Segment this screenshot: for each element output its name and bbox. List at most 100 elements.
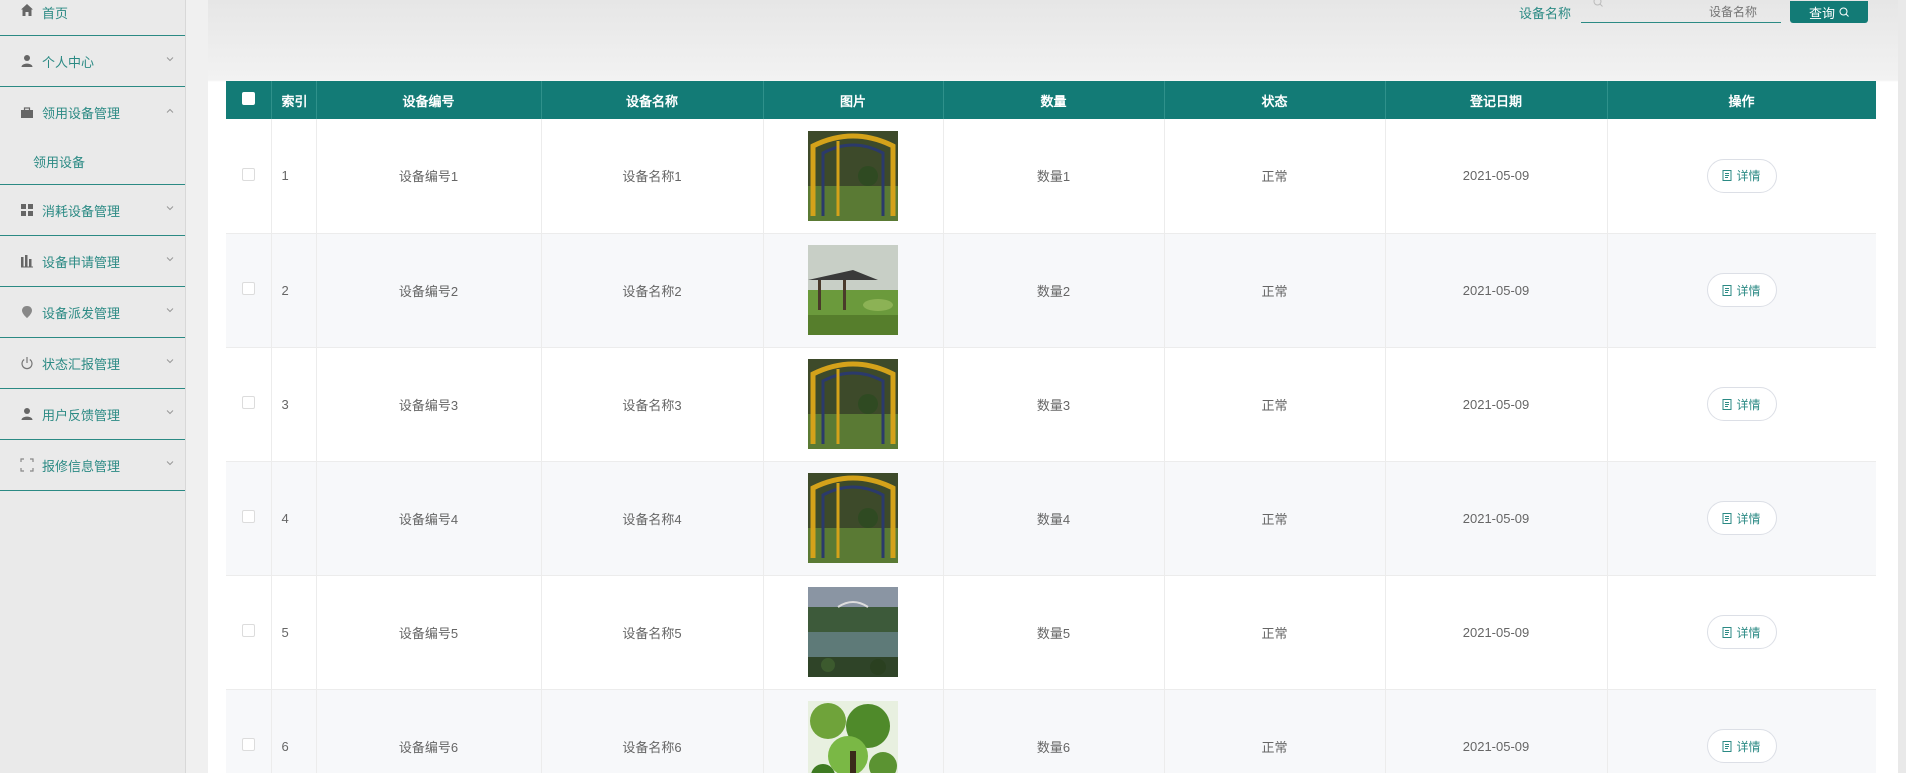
detail-button[interactable]: 详情 [1706,615,1777,649]
chevron-up-icon [166,108,174,113]
chevron-down-icon [166,57,174,62]
grid-icon [20,203,34,217]
row-code: 设备编号4 [316,461,542,576]
select-all-checkbox[interactable] [241,92,255,105]
sidebar: 首页 个人中心 领用设备管理 领用设备 消耗设备管理 设备申请管理 设备派发管理… [0,0,186,773]
row-status: 正常 [1164,119,1386,234]
sidebar-subitem-label: 领用设备 [33,154,86,170]
sidebar-subitem-borrow-devices[interactable]: 领用设备 [0,138,185,185]
chevron-down-icon [166,410,174,415]
row-checkbox[interactable] [241,282,255,295]
row-quantity: 数量5 [943,575,1165,690]
search-button-label: 查询 [1808,5,1835,21]
row-name: 设备名称2 [541,233,764,348]
sidebar-item-consumable-equipment[interactable]: 消耗设备管理 [0,185,185,236]
row-status: 正常 [1164,233,1386,348]
row-code: 设备编号1 [316,119,542,234]
sidebar-item-personal-center[interactable]: 个人中心 [0,36,185,87]
row-actions: 详情 [1607,461,1876,576]
sidebar-item-repair-info[interactable]: 报修信息管理 [0,440,185,491]
row-checkbox[interactable] [241,167,255,181]
row-image-cell [763,689,944,773]
document-icon [1722,398,1732,410]
sidebar-item-borrow-equipment[interactable]: 领用设备管理 [0,87,185,138]
row-code: 设备编号3 [316,347,542,462]
row-checkbox[interactable] [241,396,255,409]
row-image-cell [763,233,944,348]
search-icon [1839,7,1849,17]
sidebar-item-equipment-application[interactable]: 设备申请管理 [0,236,185,287]
row-actions: 详情 [1607,689,1876,773]
power-icon [20,356,34,370]
row-actions: 详情 [1607,575,1876,690]
sidebar-item-label: 领用设备管理 [42,106,121,121]
header-name: 设备名称 [541,81,764,119]
table-row: 3 设备编号3 设备名称3 数量3 正常 2021-05-09 详情 [226,347,1876,462]
page-scrollbar[interactable] [1898,0,1906,773]
detail-button[interactable]: 详情 [1706,501,1777,535]
detail-button-label: 详情 [1736,169,1761,184]
document-icon [1722,284,1732,296]
row-image-cell [763,119,944,234]
row-select-cell [226,461,272,576]
search-input[interactable] [1581,1,1781,23]
row-status: 正常 [1164,689,1386,773]
detail-button[interactable]: 详情 [1706,273,1777,307]
sidebar-item-home[interactable]: 首页 [0,0,185,36]
row-quantity: 数量3 [943,347,1165,462]
row-select-cell [226,347,272,462]
app: 首页 个人中心 领用设备管理 领用设备 消耗设备管理 设备申请管理 设备派发管理… [0,0,1906,773]
user-icon [20,407,34,421]
row-checkbox[interactable] [241,624,255,637]
header-quantity: 数量 [943,81,1165,119]
table-row: 2 设备编号2 设备名称2 数量2 正常 2021-05-09 详情 [226,233,1876,348]
data-table: 索引 设备编号 设备名称 图片 数量 状态 登记日期 操作 1 设备编号1 设备… [226,81,1876,773]
document-icon [1722,170,1732,182]
data-table-container: 索引 设备编号 设备名称 图片 数量 状态 登记日期 操作 1 设备编号1 设备… [226,81,1876,773]
detail-button-label: 详情 [1736,739,1761,754]
row-quantity: 数量1 [943,119,1165,234]
detail-button[interactable]: 详情 [1706,729,1777,763]
sidebar-item-label: 消耗设备管理 [42,203,121,219]
sidebar-item-equipment-dispatch[interactable]: 设备派发管理 [0,287,185,338]
search-label: 设备名称 [1518,5,1571,21]
row-index: 2 [271,233,317,348]
document-icon [1722,740,1732,752]
search-button[interactable]: 查询 [1790,1,1868,23]
row-checkbox[interactable] [241,510,255,523]
row-index: 5 [271,575,317,690]
sidebar-item-label: 状态汇报管理 [42,356,121,372]
detail-button[interactable]: 详情 [1706,158,1777,193]
sidebar-item-user-feedback[interactable]: 用户反馈管理 [0,389,185,440]
row-actions: 详情 [1607,233,1876,348]
table-row: 5 设备编号5 设备名称5 数量5 正常 2021-05-09 详情 [226,575,1876,690]
table-row: 6 设备编号6 设备名称6 数量6 正常 2021-05-09 详情 [226,689,1876,773]
row-select-cell [226,233,272,348]
row-actions: 详情 [1607,347,1876,462]
chevron-down-icon [166,308,174,313]
row-checkbox[interactable] [241,738,255,751]
equipment-thumbnail [808,245,898,335]
row-status: 正常 [1164,347,1386,462]
row-index: 3 [271,347,317,462]
briefcase-icon [20,106,34,120]
row-select-cell [226,689,272,773]
row-actions: 详情 [1607,119,1876,234]
row-name: 设备名称4 [541,461,764,576]
equipment-thumbnail [808,587,898,677]
header-status: 状态 [1164,81,1386,119]
table-body: 1 设备编号1 设备名称1 数量1 正常 2021-05-09 详情 2 设备编… [226,119,1876,773]
row-name: 设备名称3 [541,347,764,462]
row-date: 2021-05-09 [1385,347,1608,462]
chevron-down-icon [166,359,174,364]
row-index: 6 [271,689,317,773]
row-quantity: 数量4 [943,461,1165,576]
row-status: 正常 [1164,461,1386,576]
detail-button[interactable]: 详情 [1706,387,1777,421]
sidebar-item-label: 用户反馈管理 [42,407,121,423]
row-code: 设备编号2 [316,233,542,348]
table-row: 1 设备编号1 设备名称1 数量1 正常 2021-05-09 详情 [226,119,1876,234]
row-date: 2021-05-09 [1385,575,1608,690]
header-index: 索引 [271,81,317,119]
sidebar-item-status-report[interactable]: 状态汇报管理 [0,338,185,389]
